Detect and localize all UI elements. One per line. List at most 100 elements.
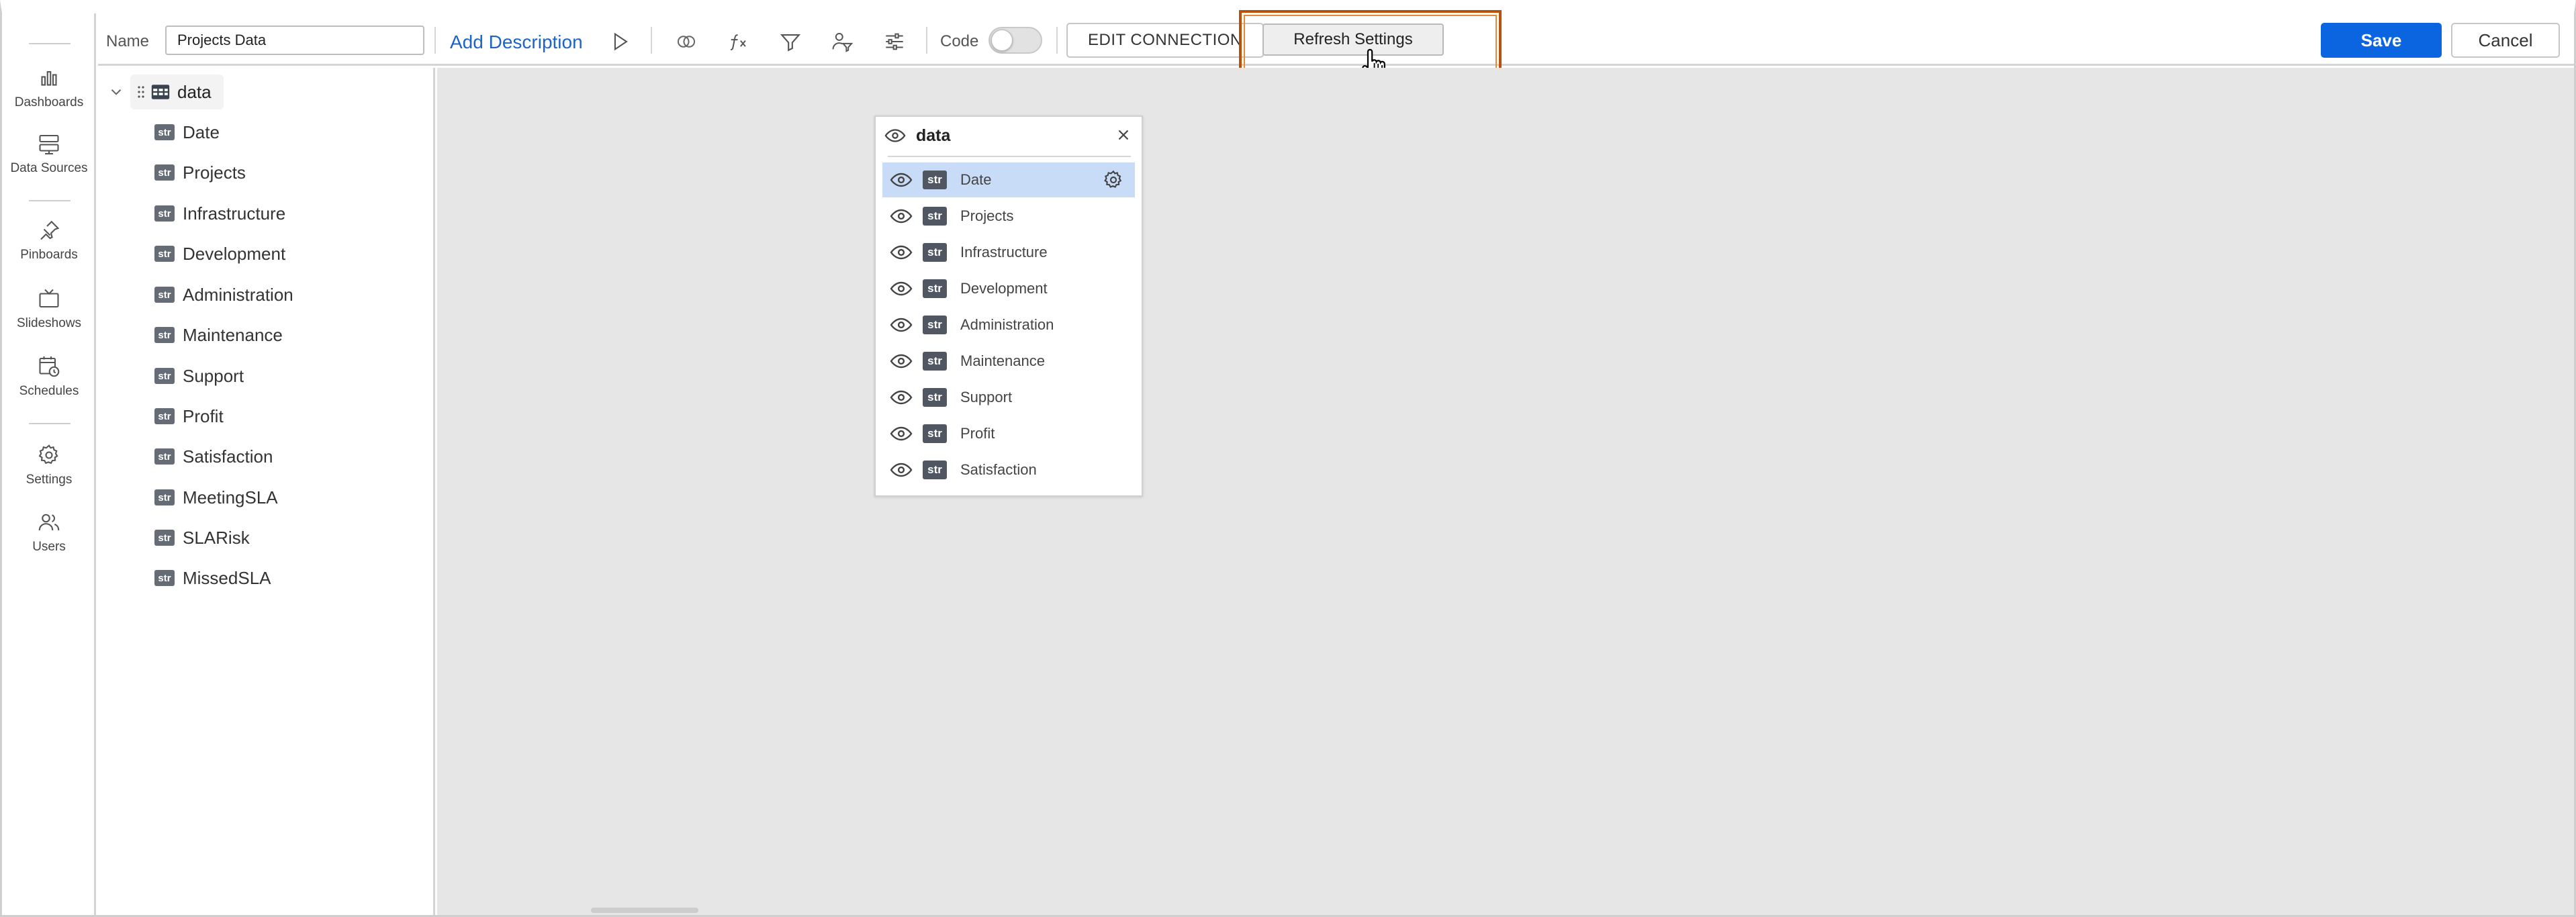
string-type-badge: str	[154, 327, 175, 343]
pin-icon	[40, 220, 60, 240]
tree-root[interactable]: data	[107, 73, 224, 111]
card-field-row[interactable]: str Support	[882, 380, 1135, 415]
user-filter-button[interactable]	[829, 28, 856, 55]
eye-icon[interactable]	[889, 313, 913, 337]
tree-field-row[interactable]: str Profit	[154, 399, 224, 434]
root-node[interactable]: data	[130, 75, 224, 109]
nav-users[interactable]: Users	[2, 510, 96, 571]
gear-icon[interactable]	[1103, 169, 1124, 191]
string-type-badge: str	[154, 205, 175, 222]
eye-icon[interactable]	[889, 422, 913, 446]
close-icon[interactable]	[1115, 126, 1132, 144]
tree-field-row[interactable]: str Date	[154, 115, 220, 150]
string-type-badge: str	[923, 461, 947, 479]
field-label: Satisfaction	[960, 461, 1037, 478]
tree-field-row[interactable]: str Maintenance	[154, 318, 283, 352]
nav-data-sources[interactable]: Data Sources	[2, 132, 96, 192]
tree-field-row[interactable]: str MissedSLA	[154, 561, 271, 595]
field-label: Development	[960, 280, 1048, 297]
divider	[926, 27, 927, 54]
card-header[interactable]: data	[876, 117, 1142, 154]
eye-icon[interactable]	[884, 124, 907, 147]
name-label: Name	[106, 32, 150, 50]
card-field-row[interactable]: str Infrastructure	[882, 235, 1135, 270]
tree-field-row[interactable]: str Infrastructure	[154, 196, 285, 231]
cancel-button[interactable]: Cancel	[2451, 23, 2560, 58]
divider	[888, 156, 1131, 157]
card-field-row[interactable]: str Date	[882, 162, 1135, 197]
eye-icon[interactable]	[889, 385, 913, 409]
string-type-badge: str	[154, 530, 175, 546]
tree-field-row[interactable]: str Satisfaction	[154, 439, 273, 474]
field-label: Date	[960, 171, 992, 188]
nav-divider	[29, 200, 71, 201]
string-type-badge: str	[154, 368, 175, 384]
chevron-down-icon[interactable]	[107, 83, 125, 101]
nav-settings[interactable]: Settings	[2, 443, 96, 503]
nav-dashboards[interactable]: Dashboards	[2, 66, 96, 126]
card-field-row[interactable]: str Maintenance	[882, 344, 1135, 379]
save-button[interactable]: Save	[2321, 23, 2442, 58]
horizontal-scrollbar[interactable]	[591, 908, 698, 913]
nav-label: Settings	[26, 473, 73, 487]
nav-label: Schedules	[19, 384, 79, 398]
filter-button[interactable]	[777, 28, 804, 55]
eye-icon[interactable]	[889, 349, 913, 373]
nav-schedules[interactable]: Schedules	[2, 354, 96, 415]
users-icon	[38, 514, 60, 531]
string-type-badge: str	[923, 243, 947, 262]
join-button[interactable]	[673, 28, 700, 55]
field-label: Maintenance	[183, 324, 283, 345]
data-table-card[interactable]: data str Date str Projects str Infrastru…	[874, 115, 1143, 497]
nav-label: Data Sources	[10, 161, 88, 175]
string-type-badge: str	[154, 124, 175, 140]
bar-chart-icon	[41, 70, 57, 86]
tree-field-row[interactable]: str Administration	[154, 277, 293, 312]
root-label: data	[177, 81, 212, 102]
eye-icon[interactable]	[889, 240, 913, 264]
nav-pinboards[interactable]: Pinboards	[2, 218, 96, 279]
run-button[interactable]	[606, 28, 633, 55]
nav-label: Pinboards	[20, 248, 78, 262]
tv-icon	[39, 289, 59, 308]
tree-field-row[interactable]: str MeetingSLA	[154, 480, 278, 515]
eye-icon[interactable]	[889, 168, 913, 192]
tree-field-row[interactable]: str SLARisk	[154, 520, 250, 555]
string-type-badge: str	[923, 279, 947, 298]
eye-icon[interactable]	[889, 277, 913, 301]
design-canvas[interactable]	[437, 68, 2574, 915]
divider	[651, 27, 652, 54]
code-toggle[interactable]	[988, 27, 1042, 54]
field-label: Profit	[183, 405, 224, 426]
tree-field-row[interactable]: str Development	[154, 236, 285, 271]
name-input[interactable]	[165, 26, 424, 55]
card-field-row[interactable]: str Administration	[882, 307, 1135, 342]
drag-handle-icon[interactable]	[137, 84, 145, 100]
string-type-badge: str	[923, 171, 947, 189]
field-label: Satisfaction	[183, 446, 273, 467]
string-type-badge: str	[154, 570, 175, 586]
formula-button[interactable]	[725, 28, 752, 55]
string-type-badge: str	[923, 316, 947, 334]
sliders-icon	[886, 33, 903, 50]
eye-icon[interactable]	[889, 458, 913, 482]
add-description-link[interactable]: Add Description	[450, 32, 583, 53]
nav-slideshows[interactable]: Slideshows	[2, 287, 96, 347]
string-type-badge: str	[154, 448, 175, 465]
card-field-row[interactable]: str Satisfaction	[882, 452, 1135, 487]
nav-divider	[29, 423, 71, 424]
eye-icon[interactable]	[889, 204, 913, 228]
string-type-badge: str	[154, 164, 175, 181]
filter-icon	[780, 34, 801, 52]
calendar-clock-icon	[39, 356, 60, 377]
card-field-row[interactable]: str Projects	[882, 199, 1135, 234]
toggle-knob	[991, 30, 1013, 51]
card-field-row[interactable]: str Development	[882, 271, 1135, 306]
tree-field-row[interactable]: str Projects	[154, 155, 246, 190]
edit-connection-button[interactable]: EDIT CONNECTION	[1066, 23, 1264, 58]
refresh-settings-button[interactable]: Refresh Settings	[1262, 23, 1444, 56]
tree-field-row[interactable]: str Support	[154, 358, 244, 393]
field-label: MissedSLA	[183, 567, 271, 588]
card-field-row[interactable]: str Profit	[882, 416, 1135, 451]
settings-sliders-button[interactable]	[881, 28, 908, 55]
